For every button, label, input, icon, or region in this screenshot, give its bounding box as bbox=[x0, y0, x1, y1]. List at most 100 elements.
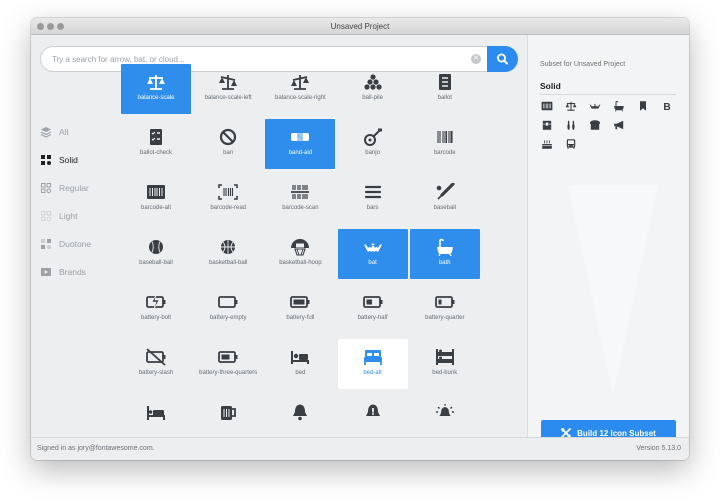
sidebar-item-all[interactable]: All bbox=[40, 118, 120, 146]
balance-scale-icon[interactable] bbox=[565, 99, 577, 111]
barcode-scan-icon bbox=[290, 183, 310, 201]
icon-tile[interactable]: battery-bolt bbox=[121, 284, 191, 334]
icon-tile[interactable]: balance-scale bbox=[121, 64, 191, 114]
icon-tile-label: basketball-hoop bbox=[279, 260, 322, 266]
regular-style-icon bbox=[41, 183, 52, 194]
sidebar-item-brands[interactable]: Brands bbox=[40, 258, 120, 286]
icon-tile[interactable] bbox=[410, 394, 480, 437]
icon-tile[interactable]: ban bbox=[193, 119, 263, 169]
bath-icon[interactable] bbox=[613, 99, 625, 112]
icon-tile-label: battery-bolt bbox=[140, 315, 171, 321]
bullhorn-icon[interactable] bbox=[613, 118, 625, 130]
app-window: Unsaved Project ✕ All bbox=[31, 18, 689, 460]
clear-search-icon[interactable]: ✕ bbox=[471, 54, 481, 64]
icon-tile-label: ballot bbox=[437, 95, 452, 101]
bus-icon[interactable] bbox=[565, 137, 577, 149]
icon-tile[interactable]: battery-slash bbox=[121, 339, 191, 389]
baseball-icon bbox=[435, 183, 455, 201]
sidebar-item-regular[interactable]: Regular bbox=[40, 174, 120, 202]
icon-tile[interactable]: banjo bbox=[338, 119, 408, 169]
balance-scale-icon bbox=[146, 73, 166, 91]
icon-tile[interactable]: battery-half bbox=[338, 284, 408, 334]
close-window-button[interactable] bbox=[37, 23, 44, 30]
bold-icon[interactable]: B bbox=[661, 99, 673, 113]
bookmark-icon[interactable] bbox=[637, 99, 649, 111]
icon-tile-label: battery-half bbox=[357, 315, 388, 321]
icon-tile[interactable]: balance-scale-right bbox=[265, 64, 335, 114]
icon-tile-label: battery-empty bbox=[209, 315, 247, 321]
icon-tile[interactable]: ball-pile bbox=[338, 64, 408, 114]
icon-tile[interactable] bbox=[265, 394, 335, 437]
icon-tile[interactable]: ballot-check bbox=[121, 119, 191, 169]
partial-icon bbox=[146, 403, 166, 421]
basketball-ball-icon bbox=[218, 238, 238, 256]
minimize-window-button[interactable] bbox=[47, 23, 54, 30]
icon-tile-label: barcode-read bbox=[210, 205, 247, 211]
icon-tile-label: baseball bbox=[433, 205, 456, 211]
bread-slice-icon[interactable] bbox=[589, 118, 601, 130]
icon-tile-label: balance-scale-left bbox=[204, 95, 252, 101]
icon-tile[interactable]: bed bbox=[265, 339, 335, 389]
sidebar-item-light[interactable]: Light bbox=[40, 202, 120, 230]
birthday-cake-icon[interactable] bbox=[541, 137, 553, 149]
icon-tile[interactable]: balance-scale-left bbox=[193, 64, 263, 114]
partial-icon bbox=[363, 403, 383, 421]
icon-tile[interactable]: bed-alt bbox=[337, 339, 408, 389]
band-aid-icon bbox=[290, 128, 310, 146]
zoom-window-button[interactable] bbox=[57, 23, 64, 30]
icon-tile[interactable]: basketball-ball bbox=[193, 229, 263, 279]
window-title: Unsaved Project bbox=[330, 22, 390, 31]
bat-icon[interactable] bbox=[589, 99, 601, 111]
icon-tile[interactable]: barcode bbox=[410, 119, 480, 169]
battery-full-icon bbox=[290, 293, 310, 311]
icon-tile[interactable] bbox=[338, 394, 408, 437]
bed-icon bbox=[290, 348, 310, 366]
icon-tile[interactable]: band-aid bbox=[265, 119, 336, 169]
icon-tile[interactable]: barcode-read bbox=[193, 174, 263, 224]
sidebar-item-label: All bbox=[59, 127, 69, 137]
icon-tile[interactable]: battery-three-quarters bbox=[193, 339, 263, 389]
barcode-alt-icon bbox=[146, 183, 166, 201]
icon-tile-label: barcode bbox=[433, 150, 456, 156]
battery-bolt-icon bbox=[146, 293, 166, 311]
icon-tile[interactable]: bars bbox=[338, 174, 408, 224]
barcode-alt-icon[interactable] bbox=[541, 99, 553, 111]
bowling-pins-icon[interactable] bbox=[565, 118, 577, 130]
sidebar-item-solid[interactable]: Solid bbox=[40, 146, 120, 174]
icon-tile[interactable]: baseball-ball bbox=[121, 229, 191, 279]
partial-icon bbox=[290, 403, 310, 421]
icon-tile[interactable]: battery-empty bbox=[193, 284, 263, 334]
icon-tile-label: bed-bunk bbox=[432, 370, 458, 376]
duotone-style-icon bbox=[41, 239, 51, 249]
basketball-hoop-icon bbox=[290, 238, 310, 256]
icon-tile[interactable]: baseball bbox=[410, 174, 480, 224]
ball-pile-icon bbox=[363, 73, 383, 91]
balance-scale-left-icon bbox=[218, 73, 238, 91]
icon-tile[interactable]: bath bbox=[409, 229, 480, 279]
svg-text:B: B bbox=[663, 102, 670, 112]
status-bar: Signed in as jory@fontawesome.com. Versi… bbox=[31, 437, 689, 460]
sidebar-item-label: Regular bbox=[59, 183, 89, 193]
version-text: Version 5.13.0 bbox=[636, 445, 681, 452]
icon-tile[interactable]: ballot bbox=[410, 64, 480, 114]
icon-tile[interactable]: bat bbox=[337, 229, 408, 279]
icon-tile[interactable]: barcode-alt bbox=[121, 174, 191, 224]
icon-tile[interactable]: bed-bunk bbox=[410, 339, 480, 389]
icon-tile[interactable]: basketball-hoop bbox=[265, 229, 335, 279]
icon-tile[interactable] bbox=[121, 394, 191, 437]
icon-tile-label: basketball-ball bbox=[209, 260, 248, 266]
icon-tile-label: barcode-alt bbox=[140, 205, 172, 211]
icon-tile[interactable]: barcode-scan bbox=[265, 174, 335, 224]
box-open-icon[interactable] bbox=[541, 118, 553, 130]
icon-tile-label: ball-pile bbox=[362, 95, 383, 101]
title-bar: Unsaved Project bbox=[31, 18, 689, 35]
subset-panel: Subset for Unsaved Project Solid B Build… bbox=[527, 35, 689, 446]
icon-tile[interactable] bbox=[193, 394, 263, 437]
baseball-ball-icon bbox=[146, 238, 166, 256]
icon-tile[interactable]: battery-full bbox=[265, 284, 335, 334]
icon-tile-label: battery-quarter bbox=[425, 315, 465, 321]
icon-tile[interactable]: battery-quarter bbox=[410, 284, 480, 334]
bars-icon bbox=[363, 183, 383, 201]
sidebar-item-duotone[interactable]: Duotone bbox=[40, 230, 120, 258]
search-button[interactable] bbox=[487, 46, 518, 72]
